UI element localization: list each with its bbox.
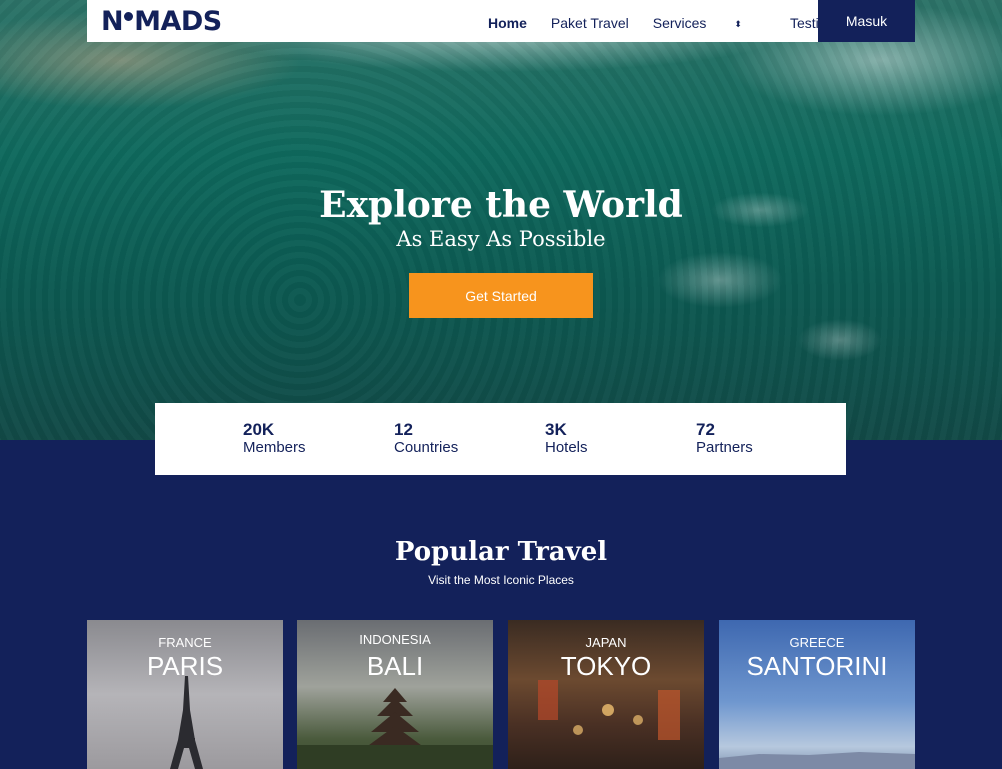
card-country: INDONESIA — [359, 632, 431, 647]
login-button[interactable]: Masuk — [818, 0, 915, 42]
nav-item-home[interactable]: Home — [488, 15, 527, 31]
card-city: BALI — [366, 651, 424, 681]
logo-letter-n: N — [101, 6, 124, 37]
nav-item-services-label: Services — [652, 15, 707, 31]
card-city: PARIS — [146, 651, 224, 681]
destination-card-paris[interactable]: FRANCE PARIS — [87, 620, 283, 769]
stat-value: 3K — [545, 420, 567, 439]
location-pin-icon — [124, 12, 134, 21]
stat-value: 12 — [394, 420, 413, 439]
hero-title: Explore the World — [319, 184, 683, 226]
hero-subtitle: As Easy As Possible — [396, 227, 606, 251]
nav-item-services[interactable]: Services ⬍ — [653, 15, 766, 31]
section-title: Popular Travel — [394, 537, 608, 567]
stat-label: Hotels — [545, 439, 588, 456]
destination-card-bali[interactable]: INDONESIA BALI — [297, 620, 493, 769]
stat-value: 72 — [696, 420, 715, 439]
destination-card-santorini[interactable]: GREECE SANTORINI — [719, 620, 915, 769]
stat-value: 20K — [243, 420, 275, 439]
card-country: FRANCE — [158, 635, 212, 650]
card-country: JAPAN — [585, 635, 627, 650]
stats-bar: 20K Members 12 Countries 3K Hotels 72 Pa… — [155, 403, 846, 475]
logo-letters: MADS — [134, 6, 222, 37]
brand-logo[interactable]: N MADS — [101, 6, 222, 37]
section-subtitle: Visit the Most Iconic Places — [428, 573, 574, 587]
stat-hotels: 3K Hotels — [545, 421, 588, 457]
get-started-button[interactable]: Get Started — [409, 273, 593, 318]
nav-item-paket-travel[interactable]: Paket Travel — [551, 15, 629, 31]
destination-card-tokyo[interactable]: JAPAN TOKYO — [508, 620, 704, 769]
navbar: NMADS Home Paket Travel Services⬍ Testim… — [87, 0, 915, 42]
stat-label: Members — [243, 439, 306, 456]
stat-countries: 12 Countries — [394, 421, 458, 457]
stat-label: Partners — [696, 439, 753, 456]
card-city: SANTORINI — [746, 651, 888, 681]
stat-partners: 72 Partners — [696, 421, 753, 457]
stat-members: 20K Members — [243, 421, 306, 457]
card-country: GREECE — [789, 635, 845, 650]
stat-label: Countries — [394, 439, 459, 456]
card-city: TOKYO — [560, 651, 652, 681]
chevron-updown-icon: ⬍ — [734, 19, 742, 29]
